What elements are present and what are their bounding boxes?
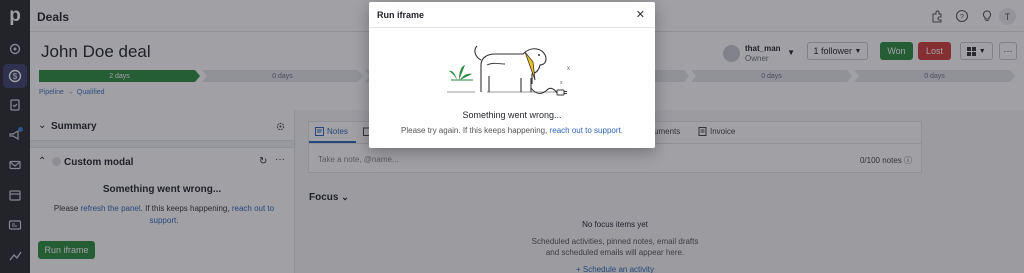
- modal-error-title: Something went wrong...: [462, 110, 562, 120]
- modal-error-suffix: .: [620, 126, 623, 135]
- modal-header: Run iframe ✕: [369, 2, 655, 28]
- svg-text:x: x: [567, 66, 570, 72]
- modal-error-prefix: Please try again. If this keeps happenin…: [401, 126, 548, 135]
- run-iframe-modal: Run iframe ✕ x x Something went wrong...…: [369, 2, 655, 148]
- svg-text:x: x: [560, 80, 563, 86]
- modal-support-link[interactable]: reach out to support: [550, 126, 621, 135]
- unplugged-dog-illustration: x x: [447, 45, 570, 96]
- modal-title: Run iframe: [377, 10, 425, 20]
- modal-error-body: Please try again. If this keeps happenin…: [369, 126, 655, 135]
- close-icon[interactable]: ✕: [636, 8, 645, 21]
